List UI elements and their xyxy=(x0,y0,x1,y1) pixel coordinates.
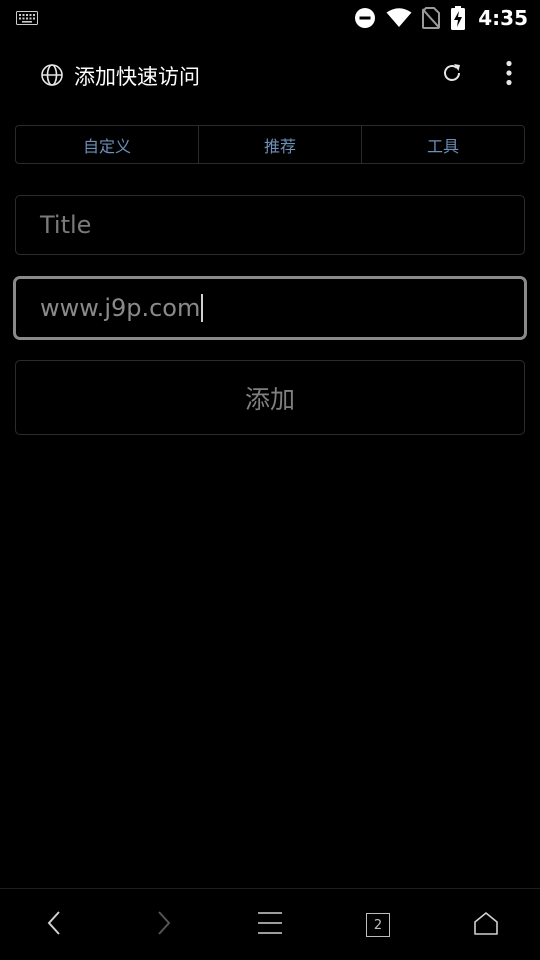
status-time: 4:35 xyxy=(478,6,528,30)
refresh-button[interactable] xyxy=(438,61,466,89)
category-tabs: 自定义 推荐 工具 xyxy=(15,125,525,164)
tabs-icon: 2 xyxy=(366,913,390,937)
tabs-button[interactable]: 2 xyxy=(348,889,408,960)
battery-charging-icon xyxy=(450,6,466,30)
bottom-nav: 2 xyxy=(0,888,540,960)
forward-icon xyxy=(156,910,172,940)
page-title: 添加快速访问 xyxy=(74,65,200,89)
screen: 4:35 添加快速访问 自定义 推荐 工具 Title www.j9p.com … xyxy=(0,0,540,960)
tab-recommended[interactable]: 推荐 xyxy=(198,126,361,163)
title-input[interactable]: Title xyxy=(15,195,525,255)
text-cursor xyxy=(201,294,204,322)
globe-icon xyxy=(40,63,64,87)
keyboard-icon xyxy=(16,11,38,25)
tab-count: 2 xyxy=(373,917,383,933)
url-value: www.j9p.com xyxy=(40,294,201,322)
more-vert-icon xyxy=(505,60,513,90)
home-button[interactable] xyxy=(456,889,516,960)
add-button[interactable]: 添加 xyxy=(15,360,525,435)
tab-custom[interactable]: 自定义 xyxy=(16,126,198,163)
tab-tools[interactable]: 工具 xyxy=(361,126,524,163)
back-icon xyxy=(46,910,62,940)
main-menu-button[interactable] xyxy=(240,889,300,960)
wifi-icon xyxy=(386,8,412,28)
forward-button[interactable] xyxy=(134,889,194,960)
title-placeholder: Title xyxy=(40,211,92,239)
home-icon xyxy=(473,911,499,939)
url-input[interactable]: www.j9p.com xyxy=(13,276,527,340)
do-not-disturb-icon xyxy=(354,7,376,29)
header: 添加快速访问 xyxy=(0,50,540,100)
status-bar: 4:35 xyxy=(0,0,540,36)
no-sim-icon xyxy=(422,7,441,29)
more-options-button[interactable] xyxy=(496,60,522,90)
back-button[interactable] xyxy=(24,889,84,960)
refresh-icon xyxy=(440,61,464,89)
menu-icon xyxy=(257,911,283,939)
